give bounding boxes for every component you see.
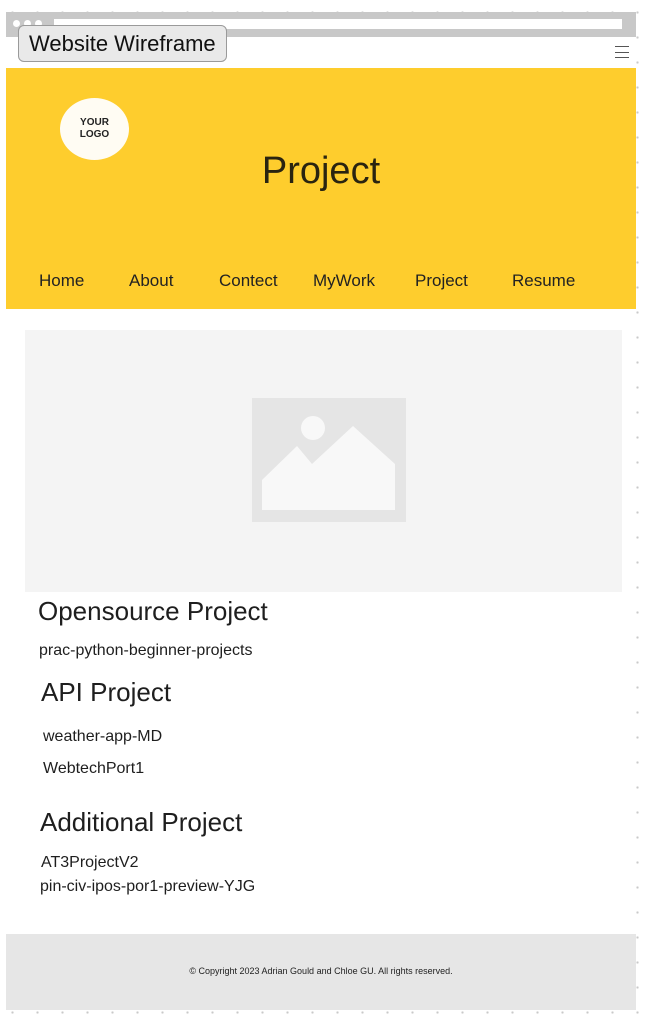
nav-item-resume[interactable]: Resume [512, 271, 575, 291]
page-title: Project [261, 150, 381, 192]
opensource-project-link[interactable]: prac-python-beginner-projects [39, 642, 252, 660]
nav-item-about[interactable]: About [129, 271, 173, 291]
footer: © Copyright 2023 Adrian Gould and Chloe … [6, 934, 636, 1010]
menu-icon[interactable] [615, 46, 629, 58]
additional-heading: Additional Project [40, 807, 243, 837]
additional-project-link[interactable]: pin-civ-ipos-por1-preview-YJG [40, 878, 255, 896]
image-placeholder [25, 330, 622, 592]
frame-title: Website Wireframe [18, 25, 227, 62]
image-placeholder-icon [252, 398, 406, 522]
logo-text: YOUR LOGO [79, 117, 110, 140]
opensource-heading: Opensource Project [38, 596, 268, 626]
api-heading: API Project [41, 677, 172, 707]
additional-project-link[interactable]: AT3ProjectV2 [41, 854, 139, 872]
main-nav: Home About Contect MyWork Project Resume [6, 271, 636, 297]
hero-header: YOUR LOGO Project Home About Contect MyW… [6, 68, 636, 309]
api-project-link[interactable]: weather-app-MD [43, 728, 162, 746]
nav-item-contect[interactable]: Contect [219, 271, 278, 291]
webpage: YOUR LOGO Project Home About Contect MyW… [6, 37, 636, 1010]
nav-item-project[interactable]: Project [415, 271, 468, 291]
nav-item-home[interactable]: Home [39, 271, 84, 291]
nav-item-mywork[interactable]: MyWork [313, 271, 375, 291]
api-project-link[interactable]: WebtechPort1 [43, 760, 144, 778]
copyright-text: © Copyright 2023 Adrian Gould and Chloe … [189, 966, 453, 976]
